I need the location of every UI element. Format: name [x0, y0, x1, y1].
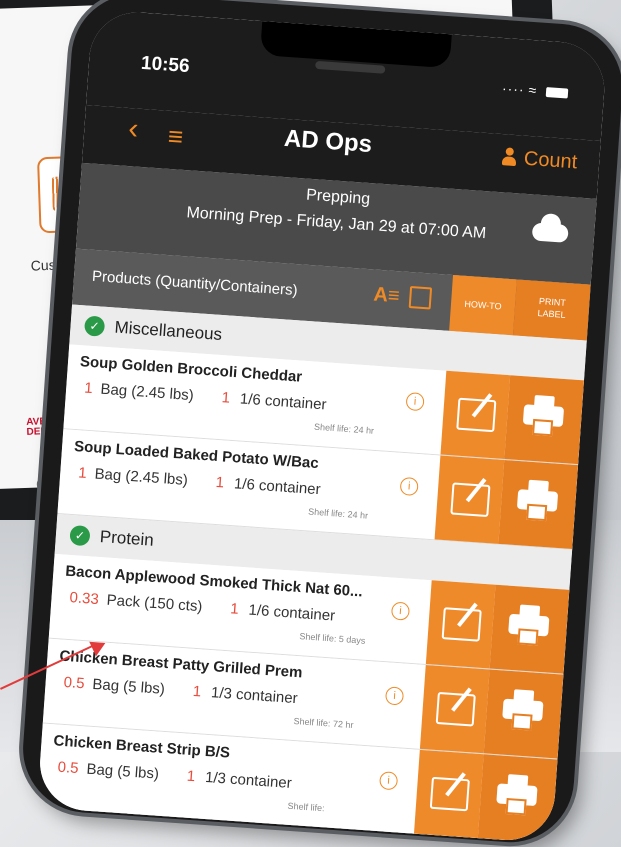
info-icon[interactable]: i: [384, 686, 405, 706]
info-icon[interactable]: i: [399, 476, 419, 497]
howto-button[interactable]: [440, 370, 511, 460]
howto-icon: [441, 607, 482, 642]
print-button[interactable]: [483, 669, 564, 759]
hamburger-icon[interactable]: ≡: [167, 121, 184, 153]
print-button[interactable]: [504, 375, 585, 465]
howto-icon: [429, 776, 470, 812]
howto-column-label[interactable]: HOW-TO: [449, 274, 517, 336]
shelf-life: Shelf life: 24 hr: [313, 421, 375, 436]
section-title: Protein: [99, 527, 155, 550]
info-icon[interactable]: i: [390, 601, 411, 621]
phone: 10:56 ···· ≈ ‹ ≡ AD Ops Count Prepping M…: [18, 0, 621, 847]
status-icons: ···· ≈: [502, 80, 569, 101]
shelf-life: Shelf life: 5 days: [299, 631, 366, 646]
howto-button[interactable]: [425, 580, 496, 669]
section-title: Miscellaneous: [113, 317, 223, 345]
printer-icon: [507, 604, 550, 647]
clock: 10:56: [140, 52, 191, 78]
shelf-life: Shelf life: 24 hr: [307, 506, 369, 521]
howto-icon: [450, 482, 491, 518]
printer-icon: [522, 394, 565, 437]
howto-icon: [435, 691, 476, 727]
person-icon: [501, 147, 516, 166]
wifi-icon: ≈: [528, 81, 537, 99]
quantity-line: 0.5 Bag (5 lbs) 1 1/3 container: [57, 758, 293, 792]
phone-screen: 10:56 ···· ≈ ‹ ≡ AD Ops Count Prepping M…: [36, 9, 608, 844]
printer-icon: [502, 689, 545, 732]
chevron-left-icon[interactable]: ‹: [127, 112, 139, 147]
howto-button[interactable]: [419, 665, 490, 754]
print-label-column[interactable]: PRINT LABEL: [512, 279, 591, 341]
page-title: AD Ops: [283, 124, 373, 158]
info-icon[interactable]: i: [405, 392, 425, 412]
count-button[interactable]: Count: [501, 146, 578, 174]
products-column-label: Products (Quantity/Containers): [91, 267, 299, 300]
printer-icon: [496, 773, 539, 816]
check-circle-icon: ✓: [69, 524, 91, 547]
printer-icon: [516, 479, 559, 522]
howto-button[interactable]: [434, 455, 505, 544]
check-circle-icon: ✓: [83, 315, 106, 337]
shelf-life: Shelf life: 72 hr: [293, 715, 354, 731]
shelf-life: Shelf life:: [287, 800, 325, 814]
print-button[interactable]: [498, 460, 579, 549]
signal-icon: ····: [501, 79, 526, 98]
print-button[interactable]: [489, 584, 570, 674]
info-icon[interactable]: i: [378, 771, 399, 791]
edit-icon[interactable]: [408, 286, 433, 310]
quantity-line: 0.5 Bag (5 lbs) 1 1/3 container: [63, 673, 299, 708]
cloud-icon[interactable]: [531, 222, 569, 243]
howto-button[interactable]: [413, 749, 484, 839]
sort-icon[interactable]: A≡: [373, 284, 401, 309]
print-button[interactable]: [477, 754, 558, 844]
battery-icon: [545, 87, 569, 99]
howto-icon: [456, 397, 497, 433]
